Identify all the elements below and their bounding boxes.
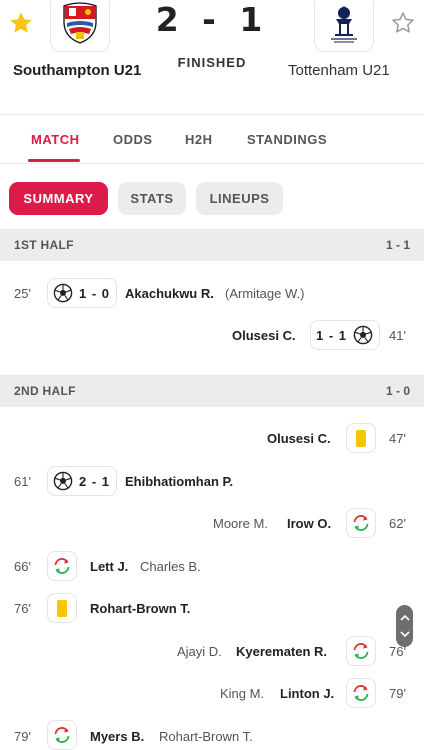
ball-icon [353, 325, 373, 345]
substitution-box [346, 636, 376, 666]
event-player[interactable]: Akachukwu R. [125, 286, 214, 301]
main-tabs: MATCH ODDS H2H STANDINGS [0, 114, 424, 164]
event-player[interactable]: Lett J. [90, 559, 128, 574]
scroll-handle[interactable] [396, 605, 413, 647]
event-minute: 76' [14, 601, 31, 616]
section-score: 1 - 1 [385, 238, 410, 252]
active-tab-indicator [28, 159, 80, 162]
goal-running-score: 1 - 0 [79, 285, 111, 301]
section-header-first-half: 1ST HALF 1 - 1 [0, 229, 424, 261]
chevron-up-icon [399, 614, 410, 621]
away-team-crest[interactable] [314, 0, 374, 52]
yellow-card-icon [356, 429, 366, 447]
event-player[interactable]: Kyerematen R. [236, 644, 327, 659]
tab-standings[interactable]: STANDINGS [247, 132, 327, 147]
tottenham-crest-icon [331, 6, 357, 43]
ball-icon [53, 283, 73, 303]
goal-score-box: 1 - 0 [47, 278, 118, 308]
substitution-icon [54, 727, 70, 743]
event-player[interactable]: Myers B. [90, 729, 144, 744]
substitution-box [47, 551, 77, 581]
home-team-name[interactable]: Southampton U21 [13, 62, 141, 79]
event-player[interactable]: Olusesi C. [232, 328, 296, 343]
event-player[interactable]: Rohart-Brown T. [90, 601, 190, 616]
section-score: 1 - 0 [385, 384, 410, 398]
star-outline-icon[interactable] [390, 10, 416, 36]
goal-score-box: 1 - 1 [310, 320, 381, 350]
event-player[interactable]: Irow O. [287, 516, 331, 531]
goal-running-score: 2 - 1 [79, 473, 111, 489]
tab-h2h[interactable]: H2H [185, 132, 213, 147]
chevron-down-icon [399, 631, 410, 638]
event-minute: 61' [14, 474, 31, 489]
ball-icon [53, 471, 73, 491]
substitution-box [346, 678, 376, 708]
event-player[interactable]: Linton J. [280, 686, 334, 701]
away-team-name[interactable]: Tottenham U21 [288, 62, 390, 79]
subtab-summary[interactable]: SUMMARY [9, 182, 108, 215]
tab-odds[interactable]: ODDS [113, 132, 153, 147]
substitution-box [346, 508, 376, 538]
yellow-card-box [346, 423, 376, 453]
section-label: 2ND HALF [14, 384, 76, 398]
event-player[interactable]: Ehibhatiomhan P. [125, 474, 233, 489]
substitution-icon [54, 558, 70, 574]
event-sub-out-player[interactable]: Charles B. [140, 559, 201, 574]
goal-score-box: 2 - 1 [47, 466, 118, 496]
event-minute: 25' [14, 286, 31, 301]
substitution-icon [353, 685, 369, 701]
event-sub-out-player[interactable]: Rohart-Brown T. [159, 729, 253, 744]
goal-running-score: 1 - 1 [316, 327, 348, 343]
section-label: 1ST HALF [14, 238, 74, 252]
event-minute: 47' [389, 431, 406, 446]
event-minute: 62' [389, 516, 406, 531]
event-minute: 79' [14, 729, 31, 744]
substitution-icon [353, 643, 369, 659]
tab-match[interactable]: MATCH [31, 132, 79, 147]
event-minute: 79' [389, 686, 406, 701]
yellow-card-box [47, 593, 77, 623]
subtab-lineups[interactable]: LINEUPS [196, 182, 283, 215]
subtab-stats[interactable]: STATS [118, 182, 186, 215]
section-header-second-half: 2ND HALF 1 - 0 [0, 375, 424, 407]
event-sub-out-player[interactable]: Moore M. [213, 516, 268, 531]
event-minute: 41' [389, 328, 406, 343]
yellow-card-icon [57, 599, 67, 617]
event-sub-out-player[interactable]: Ajayi D. [177, 644, 222, 659]
match-header: 2 - 1 FINISHED Southampton U21 Tottenham… [0, 0, 424, 112]
event-sub-out-player[interactable]: King M. [220, 686, 264, 701]
substitution-box [47, 720, 77, 750]
event-minute: 66' [14, 559, 31, 574]
event-assist[interactable]: (Armitage W.) [225, 286, 304, 301]
substitution-icon [353, 515, 369, 531]
event-player[interactable]: Olusesi C. [267, 431, 331, 446]
